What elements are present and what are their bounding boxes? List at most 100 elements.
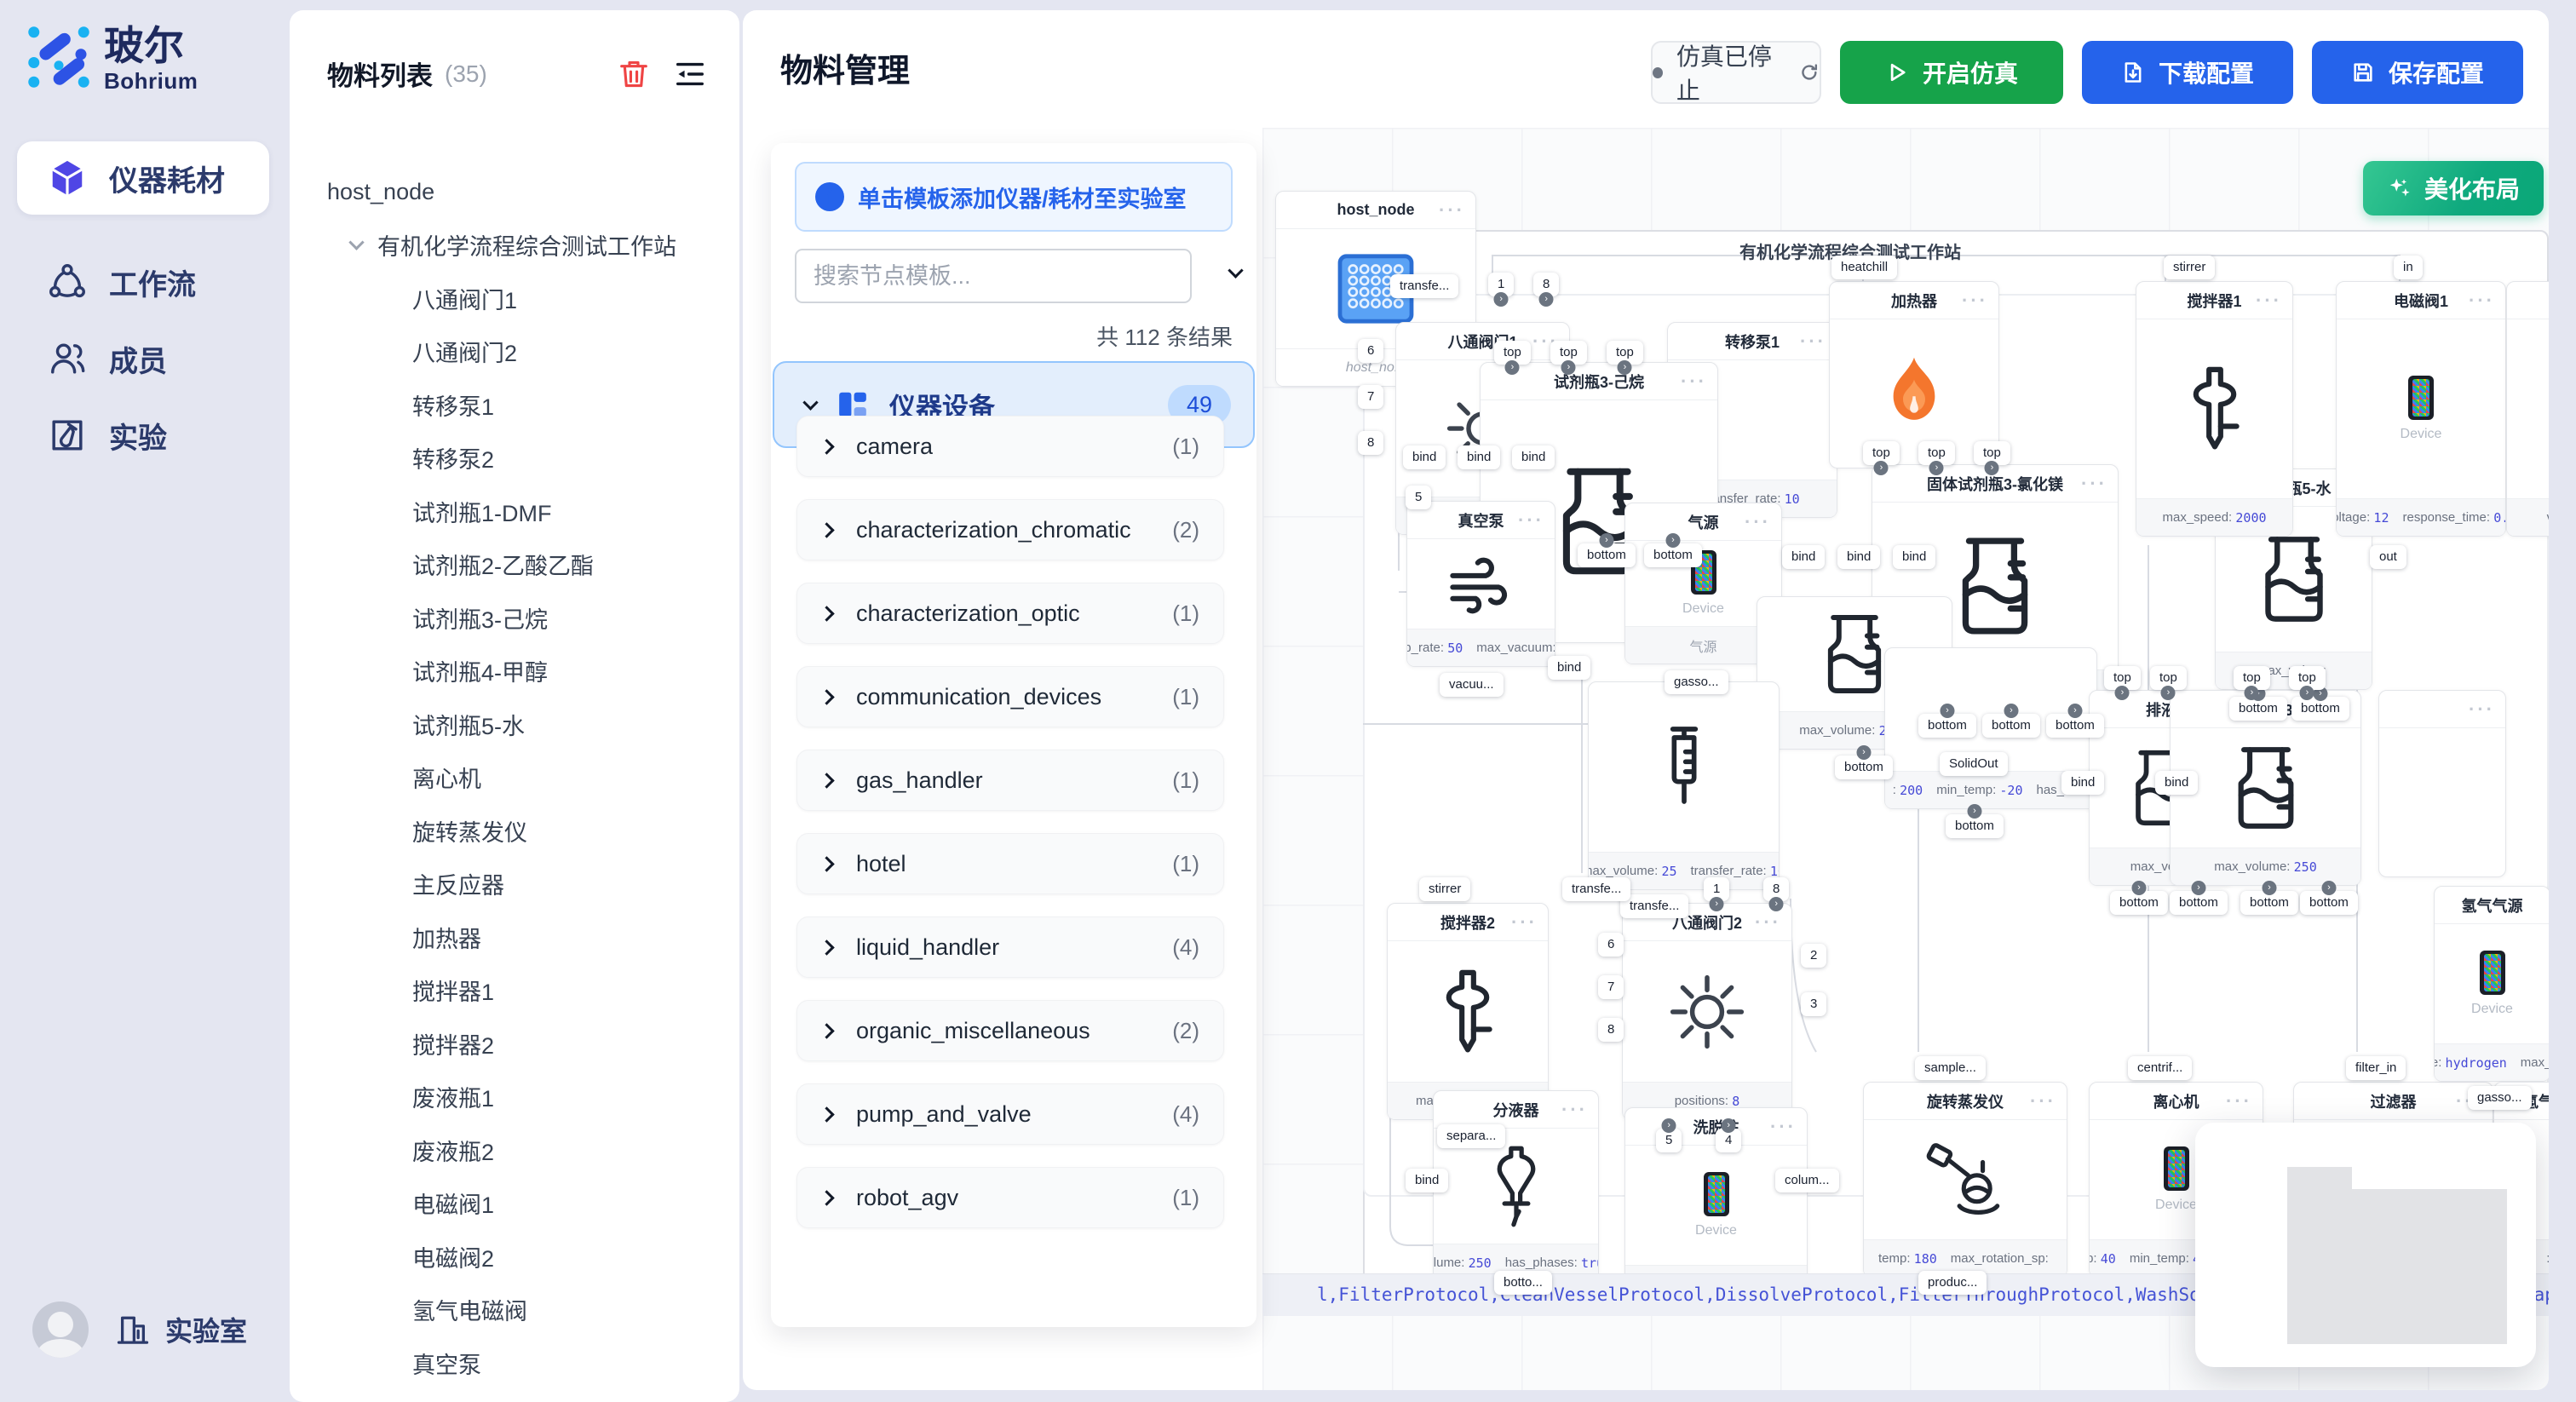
graph-canvas[interactable]: 有机化学流程综合测试工作站 转移泵1 transfer_rate10 host_… (1262, 128, 2549, 1390)
template-search-input[interactable] (795, 249, 1192, 303)
chevron-right-icon (819, 522, 834, 537)
brand[interactable]: 玻尔 Bohrium (26, 24, 198, 95)
category-row[interactable]: communication_devices (1) (796, 666, 1224, 727)
port-bottom-truncated: botto... (1494, 1271, 1552, 1295)
node-stirrer-1[interactable]: 搅拌器1 max_speed2000 (2136, 281, 2293, 537)
category-row[interactable]: organic_miscellaneous (2) (796, 1000, 1224, 1061)
node-title: 转移泵1 (1725, 330, 1780, 353)
trash-icon[interactable] (617, 57, 651, 91)
lab-switcher[interactable]: 实验室 (114, 1310, 247, 1349)
beautify-layout-label: 美化布局 (2424, 171, 2520, 205)
nav-item-experiments[interactable]: 实验 (17, 399, 269, 472)
port-transfer: transfe... (1390, 274, 1458, 298)
port-out: out (2370, 545, 2406, 569)
category-label: characterization_chromatic (856, 517, 1131, 543)
material-item[interactable]: 废液瓶1 (327, 1071, 731, 1124)
node-solenoid-valve-1[interactable]: 电磁阀1 Device voltage12 response_time0.1 (2336, 281, 2506, 537)
material-item[interactable]: 试剂瓶3-己烷 (327, 591, 731, 645)
material-item[interactable]: 试剂瓶2-乙酸乙酯 (327, 538, 731, 592)
category-row[interactable]: liquid_handler (4) (796, 916, 1224, 978)
device-icon (1704, 1172, 1729, 1216)
building-icon (114, 1311, 152, 1348)
port-bind: bind (1782, 545, 1825, 569)
node-solenoid-valve-2[interactable]: 电磁阀2 voltage12 (2506, 281, 2549, 537)
node-stirrer-2[interactable]: 搅拌器2 max_speed2000 (1387, 903, 1549, 1120)
save-config-button[interactable]: 保存配置 (2312, 41, 2523, 104)
nav-item-instruments[interactable]: 仪器耗材 (17, 141, 269, 215)
category-row[interactable]: pump_and_valve (4) (796, 1083, 1224, 1145)
template-hint-banner: i 单击模板添加仪器/耗材至实验室 (795, 162, 1233, 232)
start-simulation-button[interactable]: 开启仿真 (1840, 41, 2063, 104)
download-icon (2121, 60, 2145, 84)
materials-title: 物料列表 (327, 55, 433, 93)
download-config-label: 下载配置 (2159, 55, 2254, 89)
category-row[interactable]: hotel (1) (796, 833, 1224, 894)
node-eight-way-valve-2[interactable]: 八通阀门2 positions8 (1622, 903, 1792, 1120)
port-transfer: transfe... (1620, 894, 1688, 918)
material-item[interactable]: 真空泵 (327, 1336, 731, 1390)
material-item[interactable]: 加热器 (327, 911, 731, 964)
refresh-icon[interactable] (1799, 61, 1820, 83)
node-vacuum-pump[interactable]: 真空泵 pump_rate50 max_vacuum0.1 (1406, 501, 1555, 667)
stir-rod-icon (1433, 962, 1503, 1062)
chevron-down-icon[interactable] (348, 235, 364, 250)
node-hydrogen-source[interactable]: 氢气气源 Device _typehydrogen max_pre (2434, 886, 2549, 1082)
user-avatar[interactable] (32, 1301, 89, 1358)
material-item[interactable]: 试剂瓶4-甲醇 (327, 645, 731, 698)
node-separator[interactable]: 分液器 volume250 has_phasestrue (1433, 1090, 1599, 1282)
port-top: top (1550, 341, 1587, 365)
port-gas-out: gasso... (2468, 1086, 2532, 1110)
collapse-list-icon[interactable] (673, 57, 707, 91)
material-item[interactable]: 搅拌器1 (327, 964, 731, 1018)
materials-list: 八通阀门1 八通阀门2 转移泵1 转移泵2 试剂瓶1-DMF 试剂瓶2-乙酸乙酯… (327, 272, 731, 1390)
beautify-layout-button[interactable]: 美化布局 (2363, 161, 2544, 215)
materials-tree: host_node 有机化学流程综合测试工作站 八通阀门1 八通阀门2 转移泵1… (327, 165, 731, 1390)
port-stirrer: stirrer (2164, 256, 2215, 279)
material-item[interactable]: 电磁阀2 (327, 1230, 731, 1284)
simulation-status[interactable]: 仿真已停止 (1651, 41, 1821, 104)
node-rotovap[interactable]: 旋转蒸发仪 temp180 max_rotation_sp (1863, 1082, 2067, 1278)
port-bind: bind (1406, 1169, 1448, 1192)
category-row[interactable]: gas_handler (1) (796, 750, 1224, 811)
category-row[interactable]: robot_agv (1) (796, 1167, 1224, 1228)
category-label: organic_miscellaneous (856, 1018, 1090, 1044)
category-row[interactable]: characterization_chromatic (2) (796, 499, 1224, 560)
device-icon (2480, 951, 2505, 995)
node-heater[interactable]: 加热器 (1829, 281, 1999, 468)
port-top: top (1974, 441, 2010, 465)
material-item[interactable]: 氢气电磁阀 (327, 1284, 731, 1337)
material-item[interactable]: 废液瓶2 (327, 1123, 731, 1177)
node-edge-card[interactable] (2378, 690, 2506, 877)
panel-collapse-icon[interactable] (1228, 262, 1243, 278)
category-count: (2) (1172, 1018, 1199, 1044)
preview-popup[interactable] (2195, 1123, 2536, 1367)
device-label: Device (1682, 601, 1724, 617)
lab-label: 实验室 (165, 1310, 247, 1349)
chevron-right-icon (819, 856, 834, 871)
material-item[interactable]: 试剂瓶1-DMF (327, 485, 731, 538)
port-separate: separa... (1437, 1124, 1505, 1148)
material-group[interactable]: 有机化学流程综合测试工作站 (327, 219, 731, 273)
nav-item-workflow[interactable]: 工作流 (17, 245, 269, 319)
node-sub-label: 气源 (1689, 635, 1716, 656)
node-title: 搅拌器2 (1440, 911, 1495, 934)
material-item[interactable]: 八通阀门2 (327, 325, 731, 379)
material-item[interactable]: 电磁阀1 (327, 1177, 731, 1231)
material-item[interactable]: 主反应器 (327, 858, 731, 911)
node-transfer-pump-2[interactable]: max_volume25 transfer_rate10 (1588, 681, 1780, 890)
material-item[interactable]: 离心机 (327, 751, 731, 805)
material-item[interactable]: 八通阀门1 (327, 272, 731, 325)
material-root[interactable]: host_node (327, 165, 731, 219)
category-label: camera (856, 434, 933, 460)
material-item[interactable]: 旋转蒸发仪 (327, 804, 731, 858)
nav-item-members[interactable]: 成员 (17, 322, 269, 395)
material-item[interactable]: 转移泵1 (327, 378, 731, 432)
category-row[interactable]: camera (1) (796, 416, 1224, 477)
category-row[interactable]: characterization_optic (1) (796, 583, 1224, 644)
material-item[interactable]: 转移泵2 (327, 432, 731, 486)
category-count: (4) (1172, 934, 1199, 961)
port-centrifuge: centrif... (2128, 1056, 2192, 1080)
material-item[interactable]: 搅拌器2 (327, 1017, 731, 1071)
download-config-button[interactable]: 下载配置 (2082, 41, 2293, 104)
material-item[interactable]: 试剂瓶5-水 (327, 698, 731, 751)
